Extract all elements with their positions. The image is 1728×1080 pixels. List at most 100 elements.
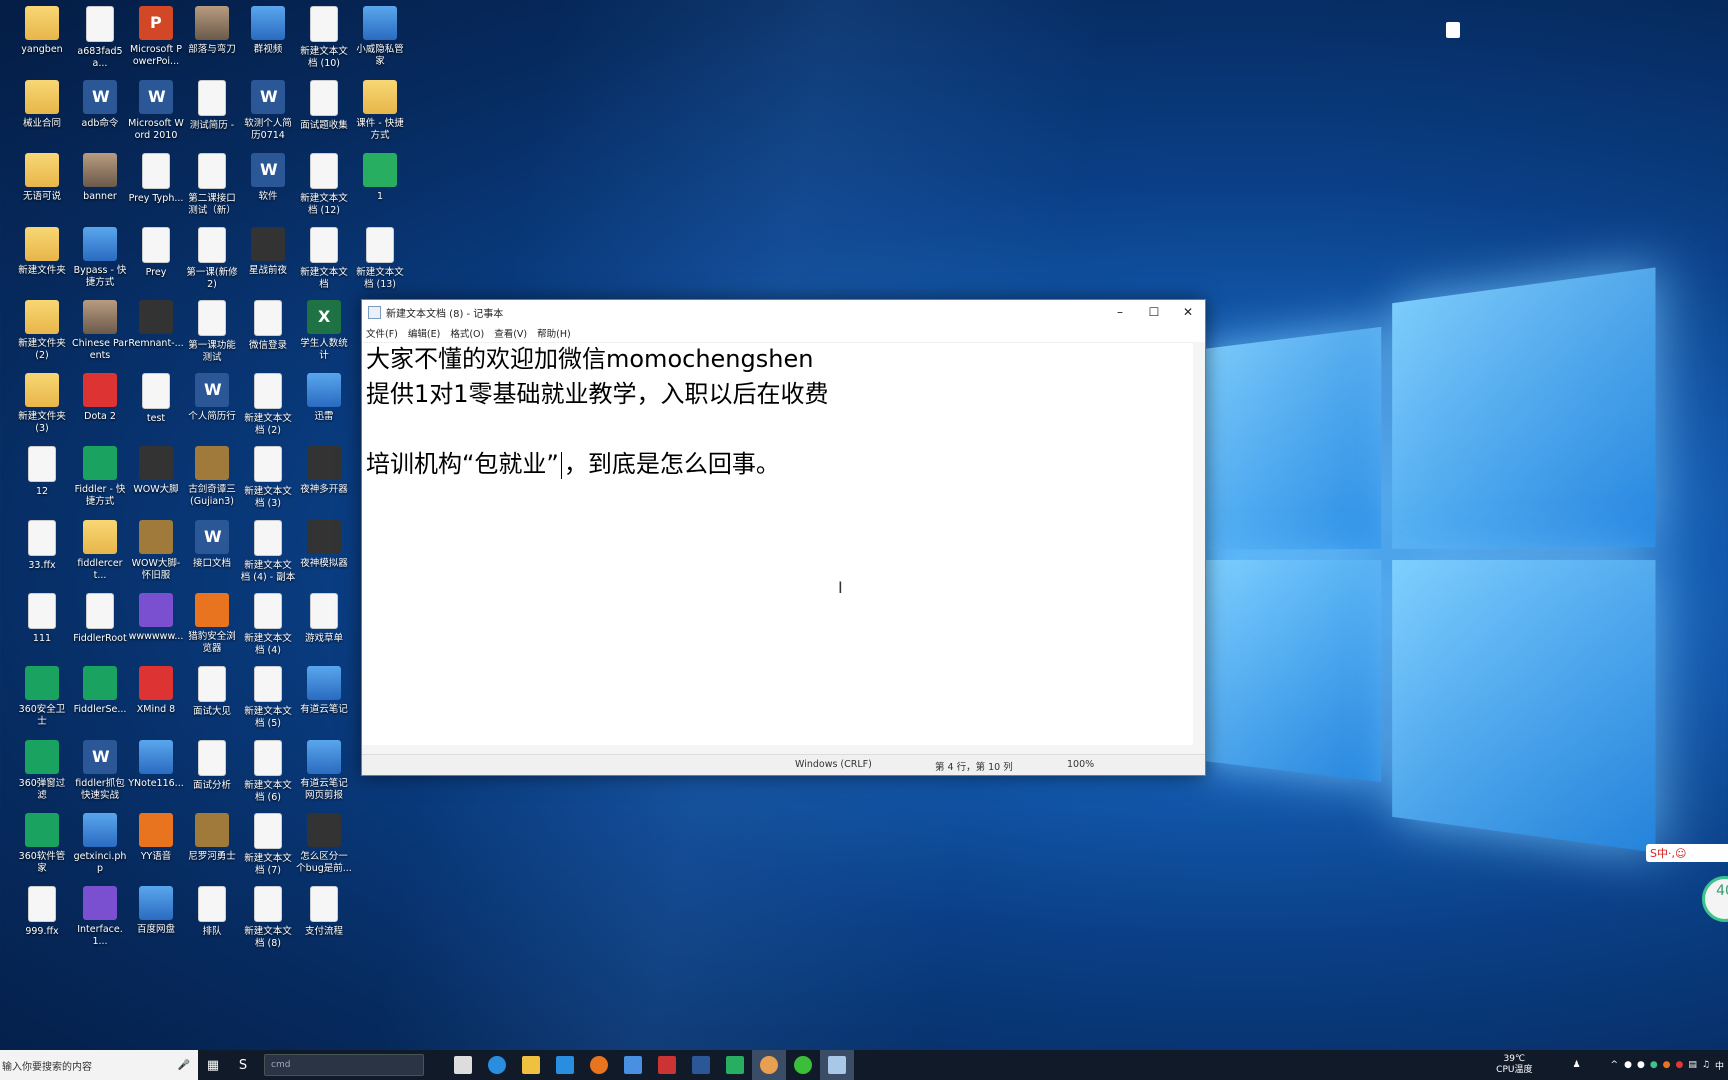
desktop-icon[interactable]: 无语可说 [14, 153, 70, 203]
desktop-icon[interactable]: YNote116... [128, 740, 184, 790]
desktop-icon[interactable]: 新建文本文档 (5) [240, 666, 296, 730]
desktop-icon[interactable]: 个人简历行 [184, 373, 240, 423]
desktop-icon[interactable]: Bypass - 快捷方式 [72, 227, 128, 289]
menu-edit[interactable]: 编辑(E) [408, 326, 440, 340]
desktop-icon[interactable]: 新建文本文档 [296, 227, 352, 291]
desktop-icon[interactable]: WOW大脚-怀旧服 [128, 520, 184, 582]
wechat-app[interactable] [786, 1050, 820, 1080]
thunder-app[interactable] [616, 1050, 650, 1080]
desktop-icon[interactable]: 新建文本文档 (4) - 副本 [240, 520, 296, 584]
desktop-icon[interactable]: Chinese Parents [72, 300, 128, 362]
desktop-icon[interactable]: 360软件管家 [14, 813, 70, 875]
desktop-icon[interactable]: 游戏草单 [296, 593, 352, 645]
desktop-icon[interactable]: 接口文档 [184, 520, 240, 570]
menu-view[interactable]: 查看(V) [494, 326, 527, 340]
task-view-icon[interactable]: ▦ [198, 1050, 228, 1080]
ime-toolbar[interactable]: S中·,☺ [1646, 844, 1728, 862]
desktop-icon[interactable]: Microsoft PowerPoi... [128, 6, 184, 68]
desktop-icon[interactable]: 小威隐私管家 [352, 6, 408, 68]
app-red[interactable] [650, 1050, 684, 1080]
desktop-icon[interactable]: 111 [14, 593, 70, 645]
desktop-icon[interactable]: getxinci.php [72, 813, 128, 875]
desktop-icon[interactable]: 新建文本文档 (4) [240, 593, 296, 657]
desktop-icon[interactable]: 12 [14, 446, 70, 498]
volume-icon[interactable]: ♫ [1702, 1060, 1710, 1070]
desktop-icon[interactable]: WOW大脚 [128, 446, 184, 496]
tray-app-icon[interactable]: ● [1663, 1060, 1671, 1070]
cheetah-browser-app[interactable] [582, 1050, 616, 1080]
desktop-icon[interactable]: FiddlerRoot [72, 593, 128, 645]
performance-gauge[interactable]: 40 [1702, 876, 1728, 922]
desktop-icon[interactable]: 测试简历 - [184, 80, 240, 132]
tray-chevron-icon[interactable]: ^ [1611, 1060, 1619, 1070]
taskbar-run-box[interactable]: cmd [264, 1054, 424, 1076]
desktop-icon[interactable]: 第一课功能测试 [184, 300, 240, 364]
desktop-icon[interactable]: 新建文件夹 (2) [14, 300, 70, 362]
desktop-icon[interactable]: 软测个人简历0714 [240, 80, 296, 142]
desktop-icon[interactable]: 新建文本文档 (10) [296, 6, 352, 70]
desktop-icon[interactable]: 群视频 [240, 6, 296, 56]
desktop-icon[interactable]: 夜神多开器 [296, 446, 352, 496]
tray-app-icon[interactable]: ● [1624, 1060, 1632, 1070]
menu-file[interactable]: 文件(F) [366, 326, 398, 340]
word-app[interactable] [684, 1050, 718, 1080]
desktop-icon[interactable]: 新建文本文档 (6) [240, 740, 296, 804]
taskbar-search[interactable]: 输入你要搜索的内容 🎤 [0, 1050, 198, 1080]
desktop-icon[interactable]: 迅雷 [296, 373, 352, 423]
network-icon[interactable]: ▤ [1688, 1060, 1697, 1070]
language-indicator[interactable]: 中 [1715, 1059, 1724, 1072]
desktop-icon[interactable]: 360安全卫士 [14, 666, 70, 728]
desktop-icon[interactable]: banner [72, 153, 128, 203]
desktop-icon[interactable]: fiddlercert... [72, 520, 128, 582]
desktop-icon[interactable]: yangben [14, 6, 70, 56]
notepad-window[interactable]: 新建文本文档 (8) - 记事本 – ☐ ✕ 文件(F) 编辑(E) 格式(O)… [361, 299, 1206, 776]
desktop-icon[interactable]: YY语音 [128, 813, 184, 863]
edge-app[interactable] [480, 1050, 514, 1080]
desktop-icon[interactable]: Dota 2 [72, 373, 128, 423]
desktop-icon[interactable]: fiddler抓包快速实战 [72, 740, 128, 802]
notepad-app[interactable] [820, 1050, 854, 1080]
desktop-icon[interactable]: 1 [352, 153, 408, 203]
desktop-icon[interactable]: 面试题收集 [296, 80, 352, 132]
desktop-icon[interactable]: wwwwww... [128, 593, 184, 643]
desktop-icon[interactable]: 械业合同 [14, 80, 70, 130]
desktop-icon[interactable]: Fiddler - 快捷方式 [72, 446, 128, 508]
desktop-icon[interactable]: 新建文本文档 (2) [240, 373, 296, 437]
tray-app-icon[interactable]: ● [1676, 1060, 1684, 1070]
desktop-icon[interactable]: 古剑奇谭三(Gujian3) [184, 446, 240, 508]
desktop-icon[interactable]: 999.ffx [14, 886, 70, 938]
tray-app-icon[interactable]: ● [1637, 1060, 1645, 1070]
desktop-icon[interactable]: 新建文本文档 (8) [240, 886, 296, 950]
pdf-app[interactable] [718, 1050, 752, 1080]
menu-format[interactable]: 格式(O) [450, 326, 484, 340]
desktop-icon[interactable]: 猎豹安全浏览器 [184, 593, 240, 655]
mail-app[interactable] [548, 1050, 582, 1080]
desktop-icon[interactable]: 新建文本文档 (3) [240, 446, 296, 510]
desktop-icon[interactable]: 软件 [240, 153, 296, 203]
explorer-app[interactable] [514, 1050, 548, 1080]
desktop-icon[interactable]: 新建文本文档 (12) [296, 153, 352, 217]
desktop-icon[interactable]: Prey [128, 227, 184, 279]
maximize-button[interactable]: ☐ [1137, 300, 1171, 324]
desktop-icon[interactable]: FiddlerSe... [72, 666, 128, 716]
desktop-icon[interactable]: 第一课(新修2) [184, 227, 240, 291]
desktop-icon[interactable]: 360弹窗过滤 [14, 740, 70, 802]
menu-help[interactable]: 帮助(H) [537, 326, 571, 340]
desktop-icon[interactable]: 有道云笔记网页剪报 [296, 740, 352, 802]
desktop-icon[interactable]: a683fad5a... [72, 6, 128, 70]
desktop-icon[interactable]: 33.ffx [14, 520, 70, 572]
desktop-icon[interactable]: 星战前夜 [240, 227, 296, 277]
desktop-icon[interactable]: 面试分析 [184, 740, 240, 792]
store-app[interactable] [446, 1050, 480, 1080]
desktop-icon[interactable]: 微信登录 [240, 300, 296, 352]
desktop-icon[interactable]: Interface.1... [72, 886, 128, 948]
sogou-icon[interactable]: S [228, 1050, 258, 1080]
desktop-icon[interactable]: Prey Typh... [128, 153, 184, 205]
desktop-icon[interactable]: 新建文本文档 (13) [352, 227, 408, 291]
text-editor[interactable]: 大家不懂的欢迎加微信momochengshen 提供1对1零基础就业教学，入职以… [362, 342, 1193, 755]
desktop-icon[interactable]: 第二课接口测试（新） [184, 153, 240, 217]
title-bar[interactable]: 新建文本文档 (8) - 记事本 – ☐ ✕ [362, 300, 1205, 324]
desktop-icon[interactable]: Microsoft Word 2010 [128, 80, 184, 142]
desktop-icon[interactable]: 尼罗河勇士 [184, 813, 240, 863]
tray-app-icon[interactable]: ● [1650, 1060, 1658, 1070]
